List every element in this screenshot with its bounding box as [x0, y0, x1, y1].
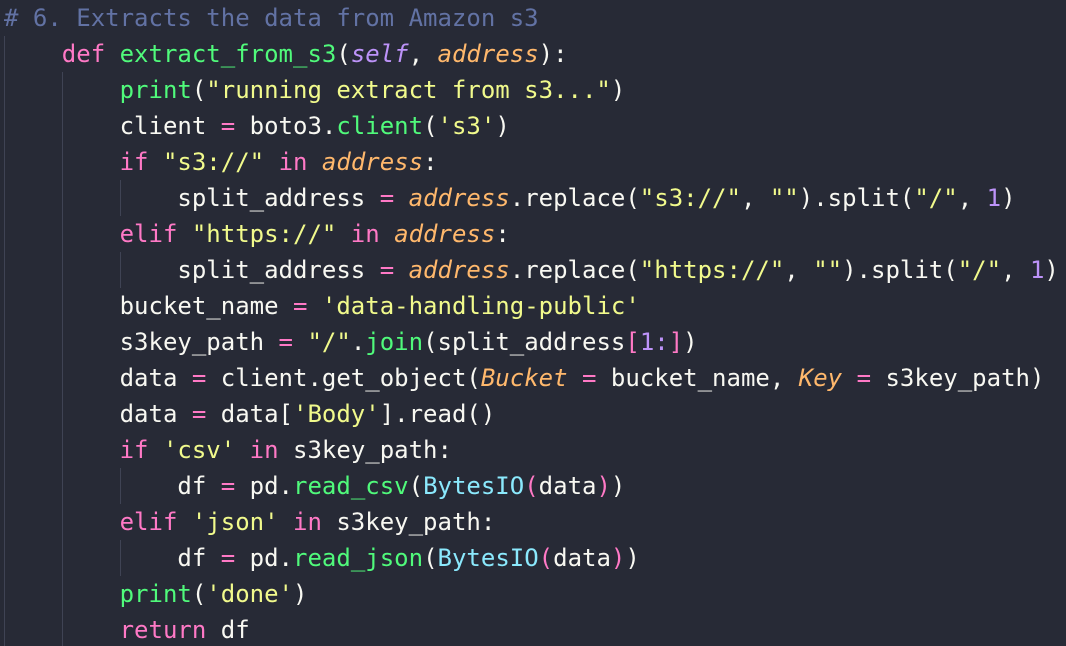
string-literal: "https://"	[191, 220, 337, 248]
comment: # 6. Extracts the data from Amazon s3	[4, 4, 539, 32]
keyword-def: def	[61, 40, 106, 68]
keyword-in: in	[249, 436, 279, 464]
code-line-10: s3key_path = "/".join(split_address[1:])	[119, 328, 698, 356]
address-param: address	[394, 220, 496, 248]
string-literal: "/"	[307, 328, 351, 356]
code-line-3: print("running extract from s3...")	[119, 76, 626, 104]
keyword-in: in	[278, 148, 308, 176]
code-line-9: bucket_name = 'data-handling-public'	[119, 292, 640, 320]
variable: s3key_path:	[293, 436, 452, 464]
variable: split_address	[177, 256, 366, 284]
variable: s3key_path:	[336, 508, 496, 536]
string-literal: "https://"	[639, 256, 785, 284]
module: boto3.	[249, 112, 337, 140]
code-line-11: data = client.get_object(Bucket = bucket…	[119, 364, 1045, 392]
string-literal: 'done'	[206, 580, 293, 608]
code-line-7: elif "https://" in address:	[119, 220, 510, 248]
code-line-8: split_address = address.replace("https:/…	[177, 256, 1059, 284]
method-call: client.get_object(	[220, 364, 481, 392]
code-line-17: print('done')	[119, 580, 308, 608]
keyword-return: return	[119, 616, 207, 644]
keyword-if: if	[119, 148, 149, 176]
method-call: read_csv	[293, 472, 409, 500]
keyword-arg: Key	[798, 364, 843, 392]
code-line-4: client = boto3.client('s3')	[119, 112, 510, 140]
variable: client	[119, 112, 207, 140]
string-literal: 'data-handling-public'	[321, 292, 640, 320]
method-call: ).split(	[798, 184, 915, 212]
variable: s3key_path	[885, 364, 1030, 392]
variable: split_address	[437, 328, 626, 356]
address-param: address	[408, 184, 510, 212]
keyword-in: in	[293, 508, 322, 536]
method-call: ).split(	[842, 256, 958, 284]
variable: data	[553, 544, 611, 572]
code-line-2: def extract_from_s3(self, address):	[61, 40, 568, 68]
string-literal: "running extract from s3..."	[206, 76, 611, 104]
string-literal: "s3://"	[162, 148, 265, 176]
code-line-1: # 6. Extracts the data from Amazon s3	[4, 0, 539, 36]
module: pd.	[249, 544, 294, 572]
string-literal: "/"	[914, 184, 958, 212]
string-literal: 's3'	[437, 112, 496, 140]
keyword-elif: elif	[119, 508, 178, 536]
slice: 1:	[639, 328, 669, 356]
print-call: print	[119, 580, 192, 608]
string-literal: ""	[813, 256, 843, 284]
code-line-14: df = pd.read_csv(BytesIO(data))	[177, 472, 626, 500]
variable: data	[119, 364, 178, 392]
variable: df	[177, 544, 207, 572]
variable: data	[220, 400, 279, 428]
method-call: .read()	[394, 400, 496, 428]
method-call: .replace(	[509, 184, 640, 212]
function-name: extract_from_s3	[119, 40, 337, 68]
variable: df	[220, 616, 250, 644]
class-name: BytesIO	[423, 472, 525, 500]
variable: bucket_name	[119, 292, 279, 320]
string-literal: 'Body'	[293, 400, 380, 428]
code-line-13: if 'csv' in s3key_path:	[4, 432, 452, 468]
string-literal: "s3://"	[639, 184, 741, 212]
variable: data	[538, 472, 597, 500]
variable: bucket_name	[610, 364, 770, 392]
address-param: address	[437, 40, 539, 68]
code-line-5: if "s3://" in address:	[119, 148, 438, 176]
keyword-if: if	[119, 436, 149, 464]
code-line-15: elif 'json' in s3key_path:	[4, 504, 496, 540]
number-literal: 1	[1029, 256, 1045, 284]
address-param: address	[408, 256, 510, 284]
self-param: self	[350, 40, 409, 68]
method-call: join	[365, 328, 424, 356]
method-call: client	[336, 112, 424, 140]
method-call: .replace(	[509, 256, 640, 284]
string-literal: 'csv'	[162, 436, 236, 464]
print-call: print	[119, 76, 192, 104]
keyword-arg: Bucket	[480, 364, 568, 392]
variable: s3key_path	[119, 328, 265, 356]
variable: data	[119, 400, 178, 428]
class-name: BytesIO	[437, 544, 539, 572]
code-editor[interactable]: # 6. Extracts the data from Amazon s3 de…	[0, 0, 1066, 646]
keyword-in: in	[350, 220, 380, 248]
variable: split_address	[177, 184, 366, 212]
code-line-16: df = pd.read_json(BytesIO(data))	[177, 544, 640, 572]
code-line-18: return df	[4, 612, 250, 646]
method-call: read_json	[293, 544, 424, 572]
string-literal: 'json'	[191, 508, 279, 536]
string-literal: "/"	[957, 256, 1002, 284]
keyword-elif: elif	[119, 220, 178, 248]
string-literal: ""	[769, 184, 799, 212]
code-line-6: split_address = address.replace("s3://",…	[177, 184, 1016, 212]
code-line-12: data = data['Body'].read()	[119, 400, 496, 428]
number-literal: 1	[986, 184, 1002, 212]
address-param: address	[321, 148, 424, 176]
variable: df	[177, 472, 207, 500]
module: pd.	[249, 472, 294, 500]
